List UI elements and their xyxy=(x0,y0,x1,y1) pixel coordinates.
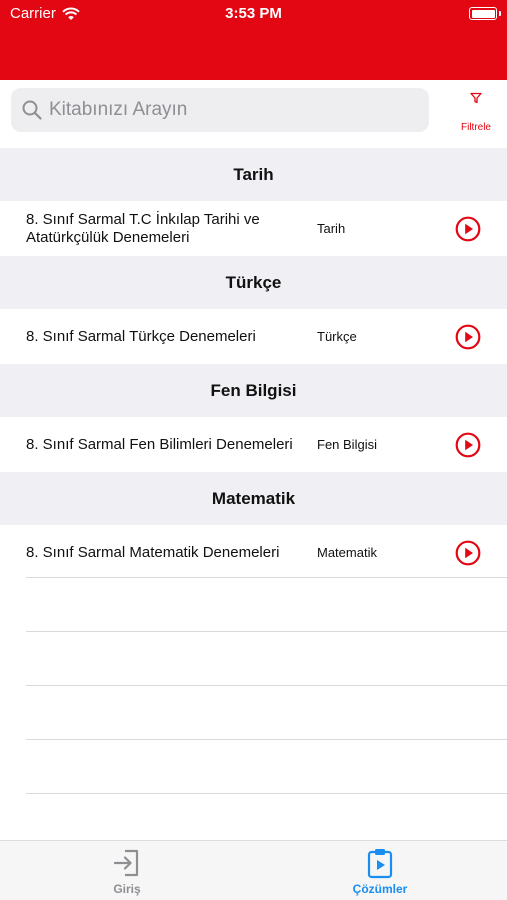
play-icon[interactable] xyxy=(455,216,481,242)
play-icon[interactable] xyxy=(455,324,481,350)
book-title: 8. Sınıf Sarmal T.C İnkılap Tarihi ve At… xyxy=(26,210,260,246)
status-bar: Carrier 3:53 PM xyxy=(0,0,507,28)
row-separator xyxy=(26,631,507,685)
tab-bar: Giriş Çözümler xyxy=(0,840,507,900)
section-header: Tarih xyxy=(0,148,507,201)
solutions-list: Tarih 8. Sınıf Sarmal T.C İnkılap Tarihi… xyxy=(0,148,507,580)
battery-level xyxy=(471,9,495,18)
section-header: Fen Bilgisi xyxy=(0,364,507,417)
book-subject: Matematik xyxy=(317,545,377,560)
filter-button[interactable]: Filtrele xyxy=(452,90,500,138)
book-title: 8. Sınıf Sarmal Türkçe Denemeleri xyxy=(26,327,256,345)
play-icon[interactable] xyxy=(455,540,481,566)
section-matematik: Matematik 8. Sınıf Sarmal Matematik Dene… xyxy=(0,472,507,580)
filter-icon xyxy=(470,92,482,104)
tab-label: Giriş xyxy=(113,882,141,896)
section-tarih: Tarih 8. Sınıf Sarmal T.C İnkılap Tarihi… xyxy=(0,148,507,256)
row-separator xyxy=(26,685,507,739)
clipboard-play-icon xyxy=(367,849,393,879)
play-icon[interactable] xyxy=(455,432,481,458)
status-time: 3:53 PM xyxy=(225,5,282,22)
book-subject: Tarih xyxy=(317,221,346,236)
search-input[interactable] xyxy=(49,99,419,121)
battery-icon xyxy=(469,7,497,20)
battery-cap xyxy=(499,11,501,16)
tab-cozumler[interactable]: Çözümler xyxy=(320,847,440,896)
empty-table-rows xyxy=(26,577,507,847)
login-icon xyxy=(113,849,139,877)
book-title: 8. Sınıf Sarmal Matematik Denemeleri xyxy=(26,543,280,561)
book-subject: Türkçe xyxy=(317,329,357,344)
list-item[interactable]: 8. Sınıf Sarmal Türkçe Denemeleri Türkçe xyxy=(0,309,507,364)
row-separator xyxy=(26,577,507,631)
book-subject: Fen Bilgisi xyxy=(317,437,377,452)
tab-giris[interactable]: Giriş xyxy=(67,847,187,896)
list-item[interactable]: 8. Sınıf Sarmal Fen Bilimleri Denemeleri… xyxy=(0,417,507,472)
book-title: 8. Sınıf Sarmal Fen Bilimleri Denemeleri xyxy=(26,435,293,453)
row-separator xyxy=(26,739,507,793)
search-row: Filtrele xyxy=(0,80,507,148)
tab-label: Çözümler xyxy=(352,882,408,896)
section-header: Türkçe xyxy=(0,256,507,309)
list-item[interactable]: 8. Sınıf Sarmal T.C İnkılap Tarihi ve At… xyxy=(0,201,507,256)
filter-label: Filtrele xyxy=(460,122,491,133)
search-icon xyxy=(22,100,42,120)
search-bar[interactable] xyxy=(11,88,429,132)
section-fen-bilgisi: Fen Bilgisi 8. Sınıf Sarmal Fen Bilimler… xyxy=(0,364,507,472)
row-separator xyxy=(26,793,507,847)
list-item[interactable]: 8. Sınıf Sarmal Matematik Denemeleri Mat… xyxy=(0,525,507,580)
section-turkce: Türkçe 8. Sınıf Sarmal Türkçe Denemeleri… xyxy=(0,256,507,364)
app-header: Carrier 3:53 PM xyxy=(0,0,507,80)
section-header: Matematik xyxy=(0,472,507,525)
